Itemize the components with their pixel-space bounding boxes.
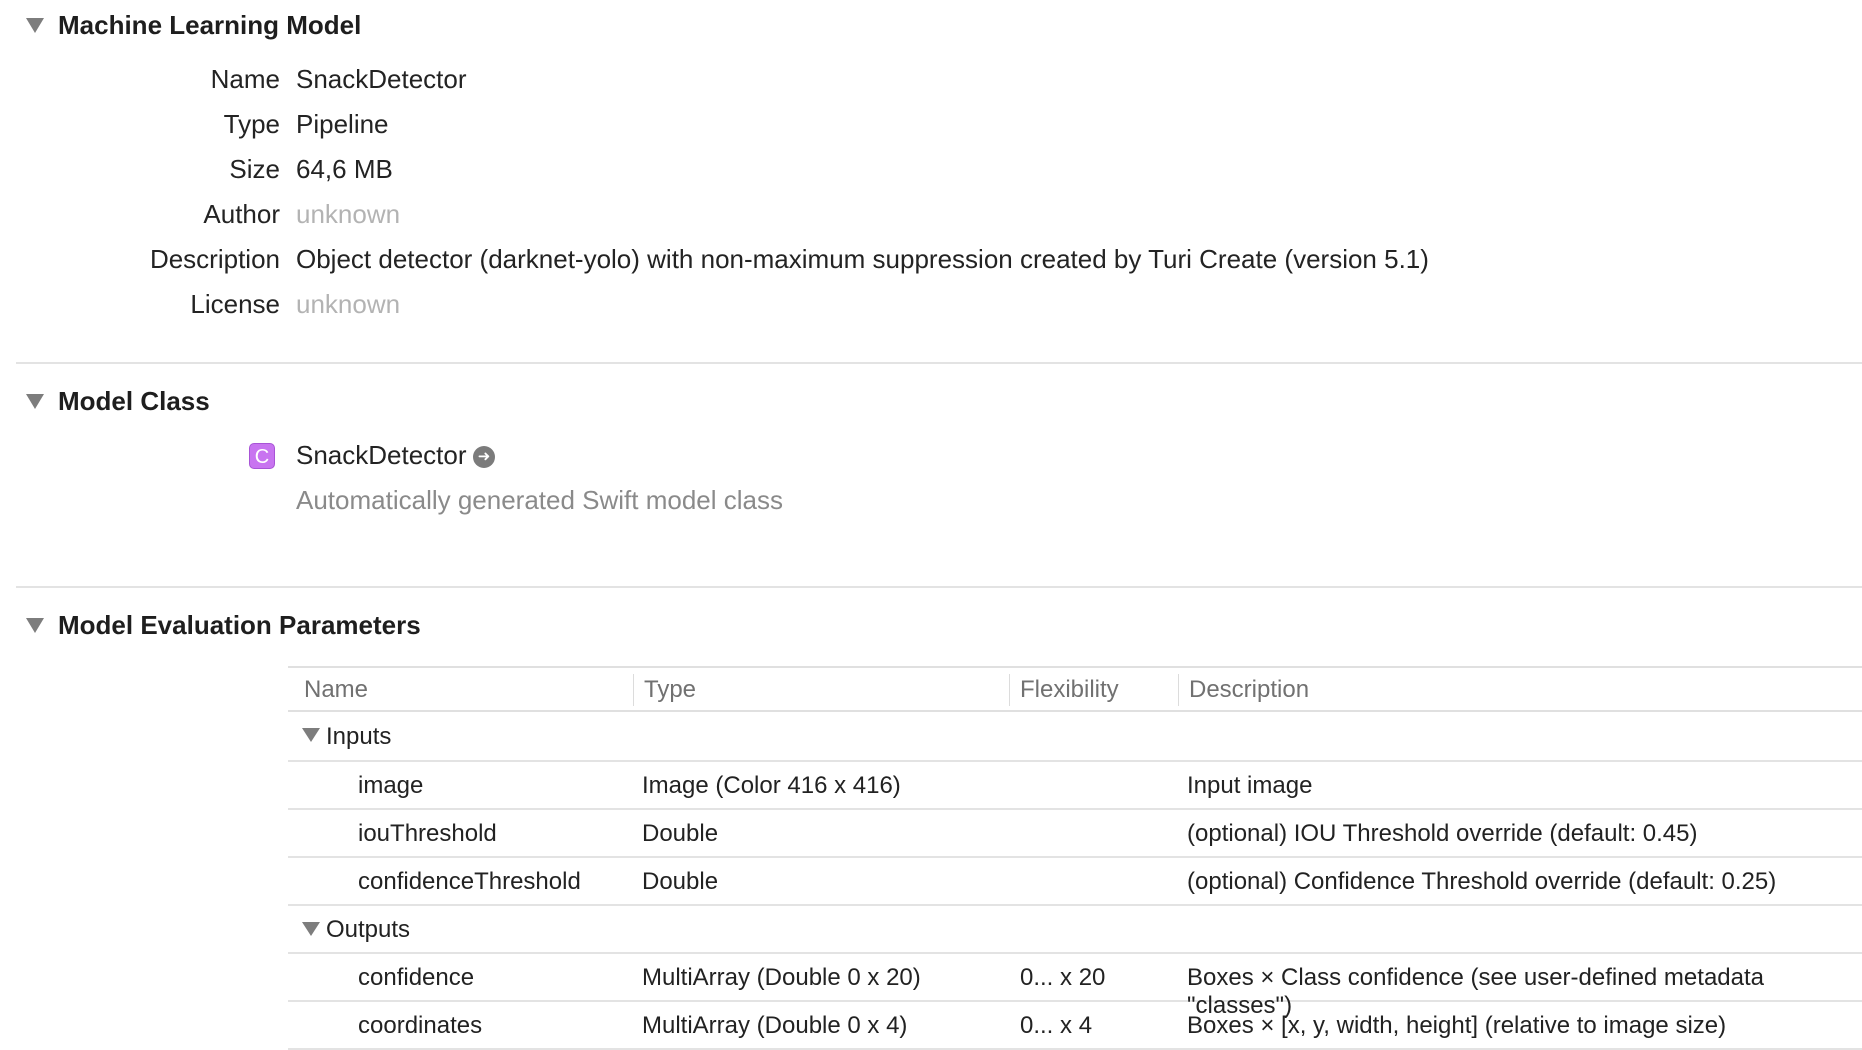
param-name: confidence bbox=[358, 964, 475, 991]
size-value: 64,6 MB bbox=[296, 154, 393, 184]
param-name: image bbox=[358, 772, 424, 799]
table-row[interactable]: iouThreshold Double (optional) IOU Thres… bbox=[288, 810, 1862, 858]
param-description: Input image bbox=[1187, 772, 1313, 799]
param-type: Image (Color 416 x 416) bbox=[642, 772, 901, 799]
column-header-name[interactable]: Name bbox=[304, 676, 368, 704]
param-type: Double bbox=[642, 868, 719, 895]
section-title-model-class: Model Class bbox=[58, 386, 210, 416]
disclosure-triangle-outputs-icon[interactable] bbox=[302, 922, 320, 936]
param-type: MultiArray (Double 0 x 20) bbox=[642, 964, 921, 991]
group-label: Outputs bbox=[326, 916, 411, 943]
description-label: Description bbox=[149, 244, 280, 274]
column-divider bbox=[1009, 674, 1010, 706]
model-class-name: SnackDetector bbox=[296, 440, 467, 470]
param-description: (optional) IOU Threshold override (defau… bbox=[1187, 820, 1698, 847]
license-value: unknown bbox=[296, 289, 401, 319]
table-row[interactable]: image Image (Color 416 x 416) Input imag… bbox=[288, 762, 1862, 810]
section-title-ml-model: Machine Learning Model bbox=[58, 10, 362, 40]
param-name: coordinates bbox=[358, 1012, 483, 1039]
description-value: Object detector (darknet-yolo) with non-… bbox=[296, 244, 1429, 274]
table-row[interactable]: confidenceThreshold Double (optional) Co… bbox=[288, 858, 1862, 906]
name-value: SnackDetector bbox=[296, 64, 467, 94]
author-label: Author bbox=[203, 199, 280, 229]
name-label: Name bbox=[210, 64, 280, 94]
table-row[interactable]: coordinates MultiArray (Double 0 x 4) 0.… bbox=[288, 1002, 1862, 1050]
type-label: Type bbox=[223, 109, 280, 139]
column-header-type[interactable]: Type bbox=[644, 676, 696, 704]
column-divider bbox=[1178, 674, 1179, 706]
swift-class-icon: C bbox=[249, 443, 275, 469]
table-row[interactable]: confidence MultiArray (Double 0 x 20) 0.… bbox=[288, 954, 1862, 1019]
param-flexibility: 0... x 20 bbox=[1020, 964, 1106, 991]
type-value: Pipeline bbox=[296, 109, 389, 139]
group-row-outputs[interactable]: Outputs bbox=[288, 906, 1862, 954]
section-title-eval-params: Model Evaluation Parameters bbox=[58, 610, 421, 640]
param-type: Double bbox=[642, 820, 719, 847]
column-divider bbox=[633, 674, 634, 706]
disclosure-triangle-model-class-icon[interactable] bbox=[26, 394, 44, 409]
section-divider bbox=[16, 586, 1862, 588]
column-header-flexibility[interactable]: Flexibility bbox=[1020, 676, 1119, 704]
group-label: Inputs bbox=[326, 723, 392, 750]
go-to-class-arrow-icon[interactable]: ➜ bbox=[473, 446, 495, 468]
table-header: Name Type Flexibility Description bbox=[288, 666, 1862, 712]
param-name: confidenceThreshold bbox=[358, 868, 581, 895]
param-name: iouThreshold bbox=[358, 820, 497, 847]
param-type: MultiArray (Double 0 x 4) bbox=[642, 1012, 908, 1039]
model-class-description: Automatically generated Swift model clas… bbox=[296, 485, 784, 515]
disclosure-triangle-eval-params-icon[interactable] bbox=[26, 618, 44, 633]
license-label: License bbox=[190, 289, 280, 319]
param-flexibility: 0... x 4 bbox=[1020, 1012, 1093, 1039]
column-header-description[interactable]: Description bbox=[1189, 676, 1309, 704]
disclosure-triangle-inputs-icon[interactable] bbox=[302, 728, 320, 742]
section-divider bbox=[16, 362, 1862, 364]
disclosure-triangle-ml-model-icon[interactable] bbox=[26, 18, 44, 33]
group-row-inputs[interactable]: Inputs bbox=[288, 712, 1862, 762]
param-description: (optional) Confidence Threshold override… bbox=[1187, 868, 1777, 895]
param-description: Boxes × [x, y, width, height] (relative … bbox=[1187, 1012, 1727, 1039]
author-value: unknown bbox=[296, 199, 401, 229]
size-label: Size bbox=[229, 154, 280, 184]
